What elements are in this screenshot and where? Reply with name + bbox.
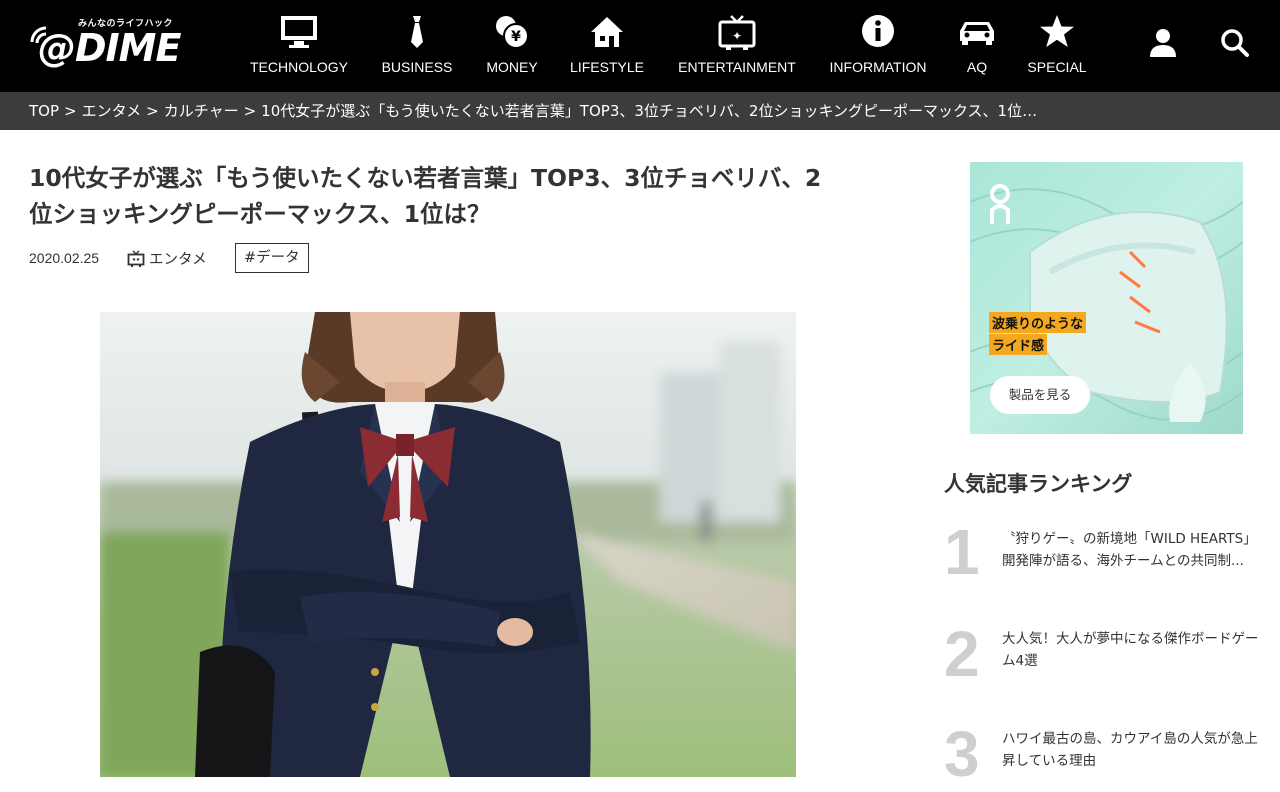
search-icon (1221, 29, 1249, 57)
nav-label: AQ (966, 59, 988, 75)
article-date: 2020.02.25 (29, 250, 100, 266)
ad-headline-line1: 波乗りのような (989, 312, 1087, 333)
breadcrumb-culture[interactable]: カルチャー (164, 102, 239, 120)
info-icon (862, 15, 894, 47)
search-button[interactable] (1220, 28, 1250, 62)
ranking-number: 1 (944, 516, 980, 588)
ranking-item-text: ハワイ最古の島、カウアイ島の人気が急上昇している理由 (1002, 731, 1258, 769)
nav-label: ENTERTAINMENT (678, 59, 796, 75)
nav-label: TECHNOLOGY (249, 59, 349, 75)
breadcrumb-current: 10代女子が選ぶ「もう使いたくない若者言葉」TOP3、3位チョベリバ、2位ショッ… (261, 102, 1038, 120)
ad-headline-line2: ライド感 (989, 334, 1048, 355)
nav-lifestyle[interactable]: LIFESTYLE (568, 0, 646, 92)
nav-aq[interactable]: AQ (956, 0, 998, 92)
nav-entertainment[interactable]: ✦ ENTERTAINMENT (676, 0, 798, 92)
nav-label: MONEY (486, 59, 538, 75)
breadcrumb: TOP > エンタメ > カルチャー >10代女子が選ぶ「もう使いたくない若者言葉」TOP… (0, 92, 1280, 130)
tv-small-icon (127, 249, 145, 267)
nav-label: LIFESTYLE (570, 59, 644, 75)
article-tag[interactable]: #データ (235, 243, 309, 273)
coins-yen-icon: ¥ (496, 16, 529, 49)
ranking-item-text: 大人気！大人が夢中になる傑作ボードゲーム4選 (1002, 631, 1259, 669)
house-icon (591, 17, 623, 47)
site-logo[interactable]: みんなのライフハック @DIME (28, 14, 193, 74)
article-category: エンタメ (149, 252, 207, 268)
nav-information[interactable]: INFORMATION (827, 0, 929, 92)
user-icon (1150, 29, 1176, 57)
car-icon (960, 22, 994, 45)
necktie-icon (411, 16, 423, 48)
ranking-item-text: 〝狩りゲー〟の新境地「WILD HEARTS」開発陣が語る、海外チームとの共同制… (1002, 531, 1257, 569)
breadcrumb-separator: > (64, 102, 77, 120)
nav-business[interactable]: BUSINESS (380, 0, 454, 92)
nav-label: INFORMATION (829, 59, 927, 75)
ranking-item-3[interactable]: 3 ハワイ最古の島、カウアイ島の人気が急上昇している理由 (944, 722, 1264, 792)
hero-illustration (100, 312, 796, 777)
breadcrumb-top[interactable]: TOP (29, 102, 59, 120)
svg-text:¥: ¥ (511, 29, 521, 45)
site-header: みんなのライフハック @DIME TECHNOLOGY BUSINESS ¥ M… (0, 0, 1280, 92)
monitor-icon (281, 16, 317, 48)
nav-label: SPECIAL (1027, 59, 1087, 75)
star-icon (1040, 15, 1074, 47)
breadcrumb-separator: > (243, 102, 257, 120)
user-button[interactable] (1149, 28, 1177, 62)
nav-technology[interactable]: TECHNOLOGY (248, 0, 350, 92)
sidebar-ad[interactable]: 波乗りのような ライド感 製品を見る (970, 162, 1243, 434)
tv-icon: ✦ (718, 15, 756, 50)
ad-view-product-button[interactable]: 製品を見る (990, 376, 1090, 414)
ranking-title: 人気記事ランキング (944, 472, 1133, 496)
ranking-item-1[interactable]: 1 〝狩りゲー〟の新境地「WILD HEARTS」開発陣が語る、海外チームとの共… (944, 520, 1264, 590)
svg-text:✦: ✦ (732, 29, 742, 43)
article-hero-image (100, 312, 796, 777)
article-category-link[interactable]: エンタメ (127, 248, 207, 269)
ranking-item-2[interactable]: 2 大人気！大人が夢中になる傑作ボードゲーム4選 (944, 622, 1264, 692)
nav-money[interactable]: ¥ MONEY (484, 0, 540, 92)
ranking-number: 2 (944, 618, 980, 690)
nav-special[interactable]: SPECIAL (1026, 0, 1088, 92)
article-title: 10代女子が選ぶ「もう使いたくない若者言葉」TOP3、3位チョベリバ、2位ショッ… (29, 164, 822, 228)
breadcrumb-entame[interactable]: エンタメ (82, 102, 142, 120)
breadcrumb-separator: > (146, 102, 159, 120)
logo-text: @DIME (38, 26, 181, 70)
ranking-number: 3 (944, 718, 980, 790)
nav-label: BUSINESS (381, 59, 453, 75)
